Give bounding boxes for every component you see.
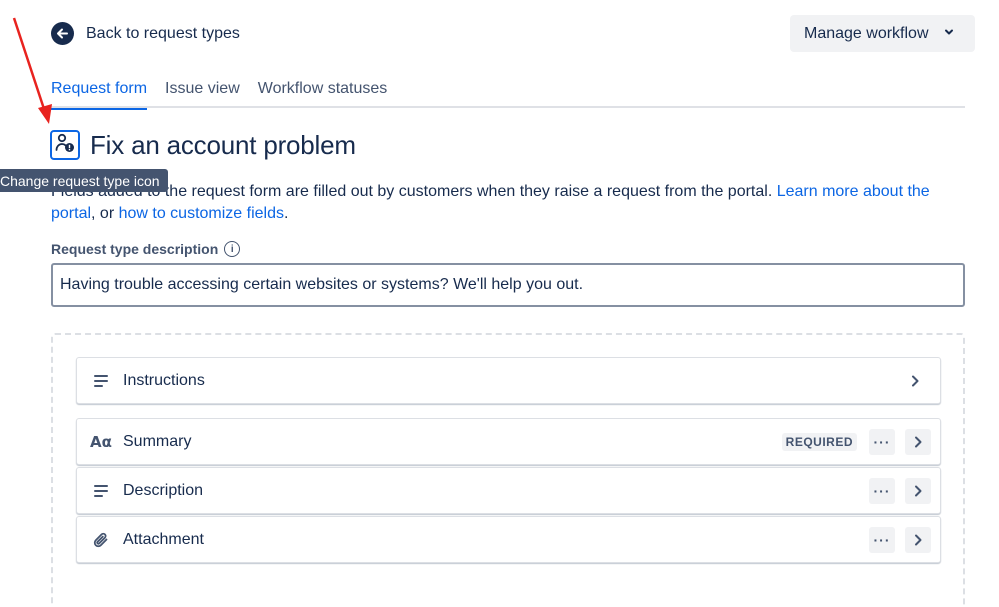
text-aa-icon: Aα — [90, 432, 112, 451]
field-card-description[interactable]: Description ··· — [76, 467, 941, 514]
more-actions-icon[interactable]: ··· — [869, 428, 895, 455]
field-card-attachment[interactable]: Attachment ··· — [76, 516, 941, 563]
chevron-right-icon[interactable] — [902, 368, 928, 394]
field-label-summary: Summary — [123, 432, 192, 450]
field-card-summary[interactable]: Aα Summary REQUIRED ··· — [76, 418, 941, 465]
field-label-instructions: Instructions — [123, 371, 205, 389]
chevron-right-icon[interactable] — [905, 477, 931, 504]
chevron-right-icon[interactable] — [905, 526, 931, 553]
chevron-right-icon[interactable] — [905, 428, 931, 455]
request-type-description-input[interactable]: Having trouble accessing certain website… — [51, 263, 965, 307]
more-actions-icon[interactable]: ··· — [869, 477, 895, 504]
paperclip-icon — [91, 530, 111, 550]
field-label-attachment: Attachment — [123, 530, 204, 548]
more-actions-icon[interactable]: ··· — [869, 526, 895, 553]
text-lines-icon — [91, 481, 111, 501]
text-lines-icon — [91, 371, 111, 391]
info-icon[interactable]: i — [224, 241, 241, 257]
required-badge: REQUIRED — [781, 432, 857, 451]
field-label-description: Description — [123, 481, 204, 499]
description-label-text: Request type description — [51, 241, 219, 257]
field-card-instructions[interactable]: Instructions — [76, 357, 941, 404]
description-field-label: Request type description i — [51, 241, 241, 257]
